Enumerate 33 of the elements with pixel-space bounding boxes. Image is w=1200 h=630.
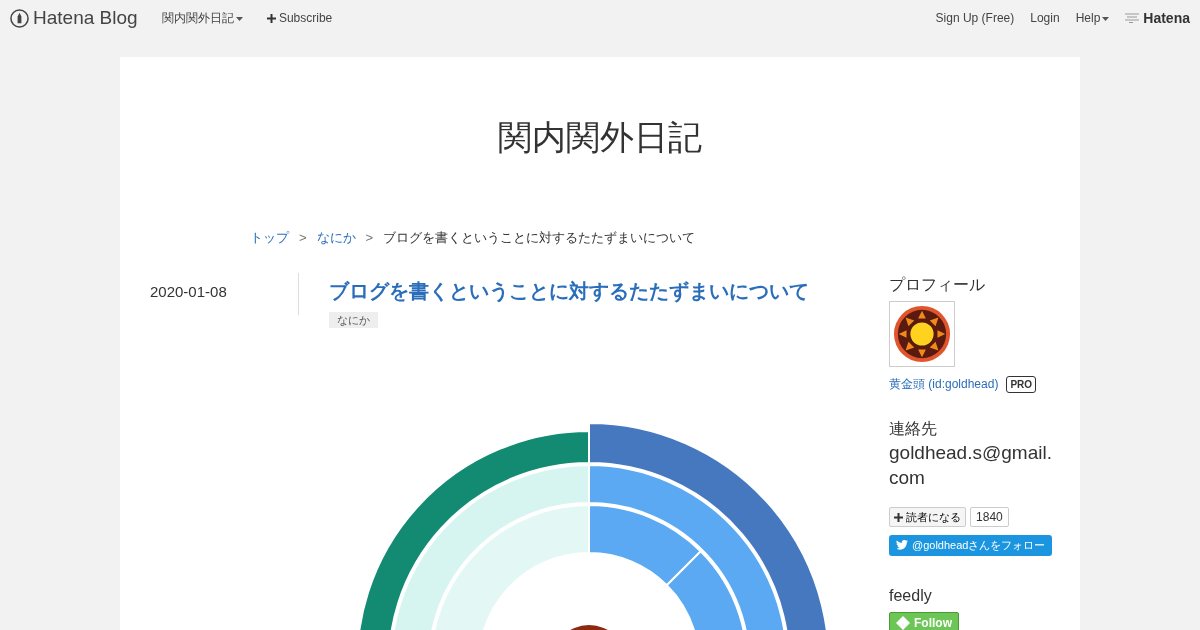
nav-link[interactable]: Login (1030, 9, 1060, 27)
caret-icon (235, 16, 243, 21)
entry-date: 2020-01-08 (150, 283, 227, 301)
nav-link[interactable]: Help (1075, 9, 1110, 27)
breadcrumb-link[interactable]: なにか (316, 227, 356, 248)
category-tag[interactable]: なにか (329, 312, 378, 329)
section-heading: プロフィール (889, 275, 985, 296)
user-link[interactable]: 黄金頭 (id:goldhead) (889, 375, 999, 394)
bird-icon (896, 540, 908, 551)
subscribe-button[interactable]: 読者になる (889, 506, 967, 528)
nav-link[interactable]: Sign Up (Free) (935, 9, 1015, 27)
breadcrumb-link[interactable]: トップ (250, 227, 289, 248)
pen-nib-icon (10, 8, 29, 28)
breadcrumb-separator: > (299, 228, 307, 247)
diamond-icon (896, 615, 910, 630)
pro-label: PRO (1006, 375, 1037, 393)
blog-title: 関内関外日記 (497, 117, 703, 158)
reader-count: 1840 (970, 506, 1009, 527)
plus-icon (266, 14, 276, 23)
breadcrumb-separator: > (365, 228, 374, 247)
caret-icon (1102, 16, 1110, 21)
hatena-logo[interactable]: Hatena (1125, 7, 1190, 29)
section-heading: 連絡先 (889, 419, 937, 440)
entry-title[interactable]: ブログを書くということに対するたたずまいについて (329, 280, 809, 303)
contact-email: goldhead.s@gmail.com (889, 441, 1053, 490)
plus-icon (894, 512, 903, 522)
blog-menu[interactable]: 関内関外日記 (161, 9, 243, 27)
section-heading: feedly (889, 585, 932, 606)
brand-logo[interactable]: Hatena Blog (10, 3, 138, 33)
lines-icon (1125, 13, 1140, 23)
subscribe-link[interactable]: Subscribe (266, 9, 333, 27)
breadcrumb-current: ブログを書くということに対するたたずまいについて (383, 228, 696, 247)
avatar-icon[interactable] (889, 301, 955, 368)
